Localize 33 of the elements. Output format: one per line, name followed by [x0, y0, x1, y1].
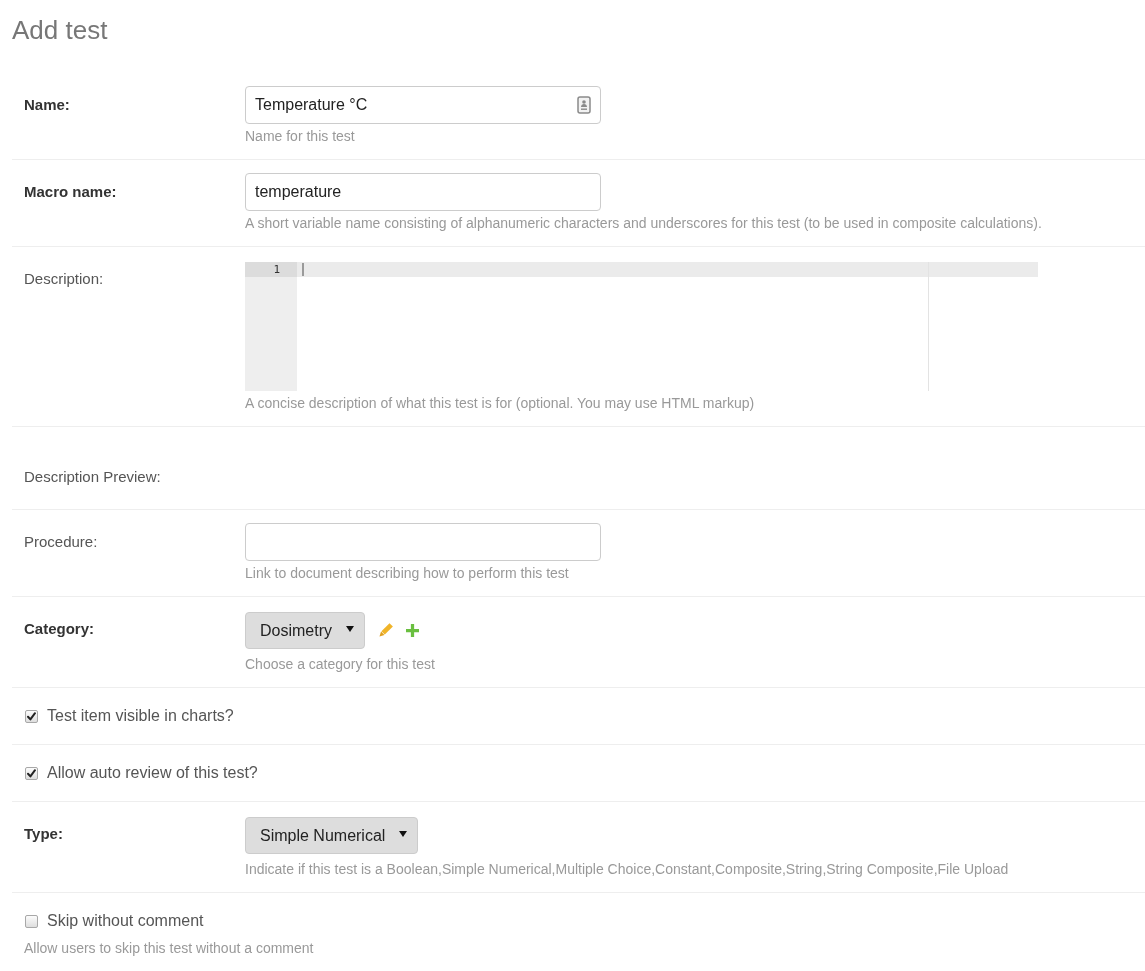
text-field[interactable] — [245, 523, 601, 561]
field-label: Type: — [24, 824, 64, 844]
dropdown[interactable]: Simple Numerical — [245, 817, 419, 854]
field-label: Description: — [24, 269, 105, 289]
plus-icon[interactable] — [406, 624, 419, 637]
checkbox-label: Skip without comment — [47, 912, 204, 930]
help-text: A short variable name consisting of alphanumeric characters and underscores for this test (to be used in composite calculations). — [245, 214, 1043, 233]
field-label: Name: — [24, 95, 71, 115]
line-number: 1 — [245, 262, 297, 277]
help-text: A concise description of what this test is for (optional. You may use HTML markup) — [245, 394, 756, 413]
field-label: Macro name: — [24, 182, 118, 202]
pencil-icon[interactable] — [379, 621, 394, 637]
caret-icon — [399, 830, 408, 837]
field-label: Procedure: — [24, 532, 99, 552]
help-text: Choose a category for this test — [245, 655, 436, 674]
help-text: Allow users to skip this test without a comment — [24, 939, 315, 958]
text-field[interactable]: Temperature °C — [245, 86, 601, 124]
help-text: Link to document describing how to perform this test — [245, 564, 570, 583]
code-editor[interactable]: 1 — [245, 262, 1038, 391]
field-label: Category: — [24, 619, 95, 639]
text-field[interactable]: temperature — [245, 173, 601, 211]
checkbox[interactable] — [25, 914, 38, 928]
contact-card-icon[interactable] — [577, 96, 591, 114]
caret-icon — [346, 625, 354, 632]
checkbox-label: Allow auto review of this test? — [47, 764, 258, 782]
page-title: Add test — [12, 14, 109, 46]
checkbox-label: Test item visible in charts? — [47, 707, 234, 725]
field-label: Description Preview: — [24, 467, 162, 487]
help-text: Name for this test — [245, 127, 356, 146]
checkbox[interactable] — [25, 766, 38, 780]
checkbox[interactable] — [25, 709, 38, 723]
help-text: Indicate if this test is a Boolean,Simple Numerical,Multiple Choice,Constant,Composite,String,String Composite,File Upload — [245, 860, 1010, 879]
dropdown[interactable]: Dosimetry — [245, 612, 365, 649]
